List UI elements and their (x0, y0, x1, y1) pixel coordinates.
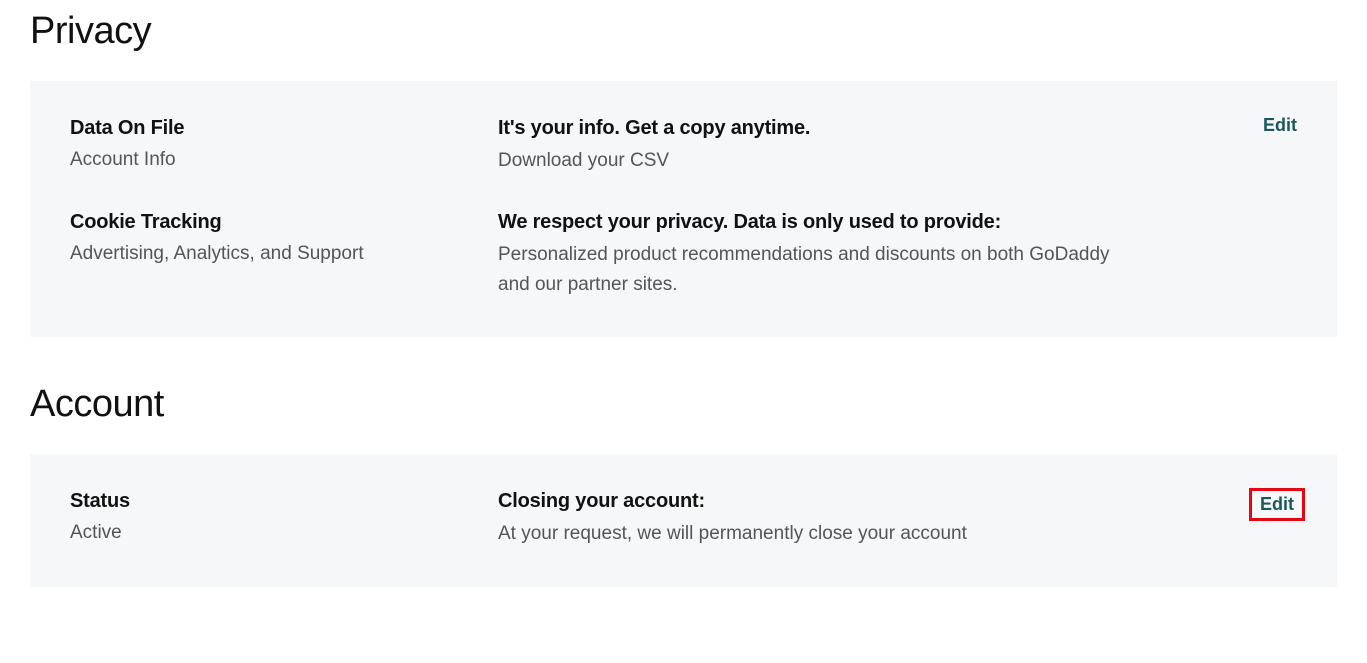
privacy-row-left: Data On File Account Info (70, 115, 498, 175)
privacy-row-cookie-tracking: Cookie Tracking Advertising, Analytics, … (70, 209, 1297, 299)
account-row-right: Edit (1217, 488, 1297, 521)
data-on-file-label: Data On File (70, 115, 498, 142)
privacy-card: Data On File Account Info It's your info… (30, 81, 1337, 337)
status-label: Status (70, 488, 498, 515)
cookie-tracking-value: Advertising, Analytics, and Support (70, 240, 498, 269)
cookie-tracking-desc-sub: Personalized product recommendations and… (498, 240, 1118, 299)
data-on-file-value: Account Info (70, 146, 498, 175)
account-card: Status Active Closing your account: At y… (30, 454, 1337, 586)
account-row-mid: Closing your account: At your request, w… (498, 488, 1217, 548)
closing-account-desc-sub: At your request, we will permanently clo… (498, 519, 1118, 548)
privacy-row-mid: It's your info. Get a copy anytime. Down… (498, 115, 1217, 175)
edit-account-status-link[interactable]: Edit (1249, 488, 1305, 521)
cookie-tracking-desc-title: We respect your privacy. Data is only us… (498, 209, 1177, 236)
cookie-tracking-label: Cookie Tracking (70, 209, 498, 236)
account-row-left: Status Active (70, 488, 498, 548)
data-on-file-desc-title: It's your info. Get a copy anytime. (498, 115, 1177, 142)
privacy-row-right: Edit (1217, 115, 1297, 136)
closing-account-desc-title: Closing your account: (498, 488, 1177, 515)
data-on-file-desc-sub: Download your CSV (498, 146, 1118, 175)
account-section-title: Account (30, 383, 1337, 426)
privacy-row-left: Cookie Tracking Advertising, Analytics, … (70, 209, 498, 269)
privacy-row-data-on-file: Data On File Account Info It's your info… (70, 115, 1297, 175)
privacy-row-mid: We respect your privacy. Data is only us… (498, 209, 1217, 299)
privacy-section-title: Privacy (30, 10, 1337, 53)
status-value: Active (70, 519, 498, 548)
edit-data-on-file-link[interactable]: Edit (1263, 115, 1297, 136)
account-row-status: Status Active Closing your account: At y… (70, 488, 1297, 548)
